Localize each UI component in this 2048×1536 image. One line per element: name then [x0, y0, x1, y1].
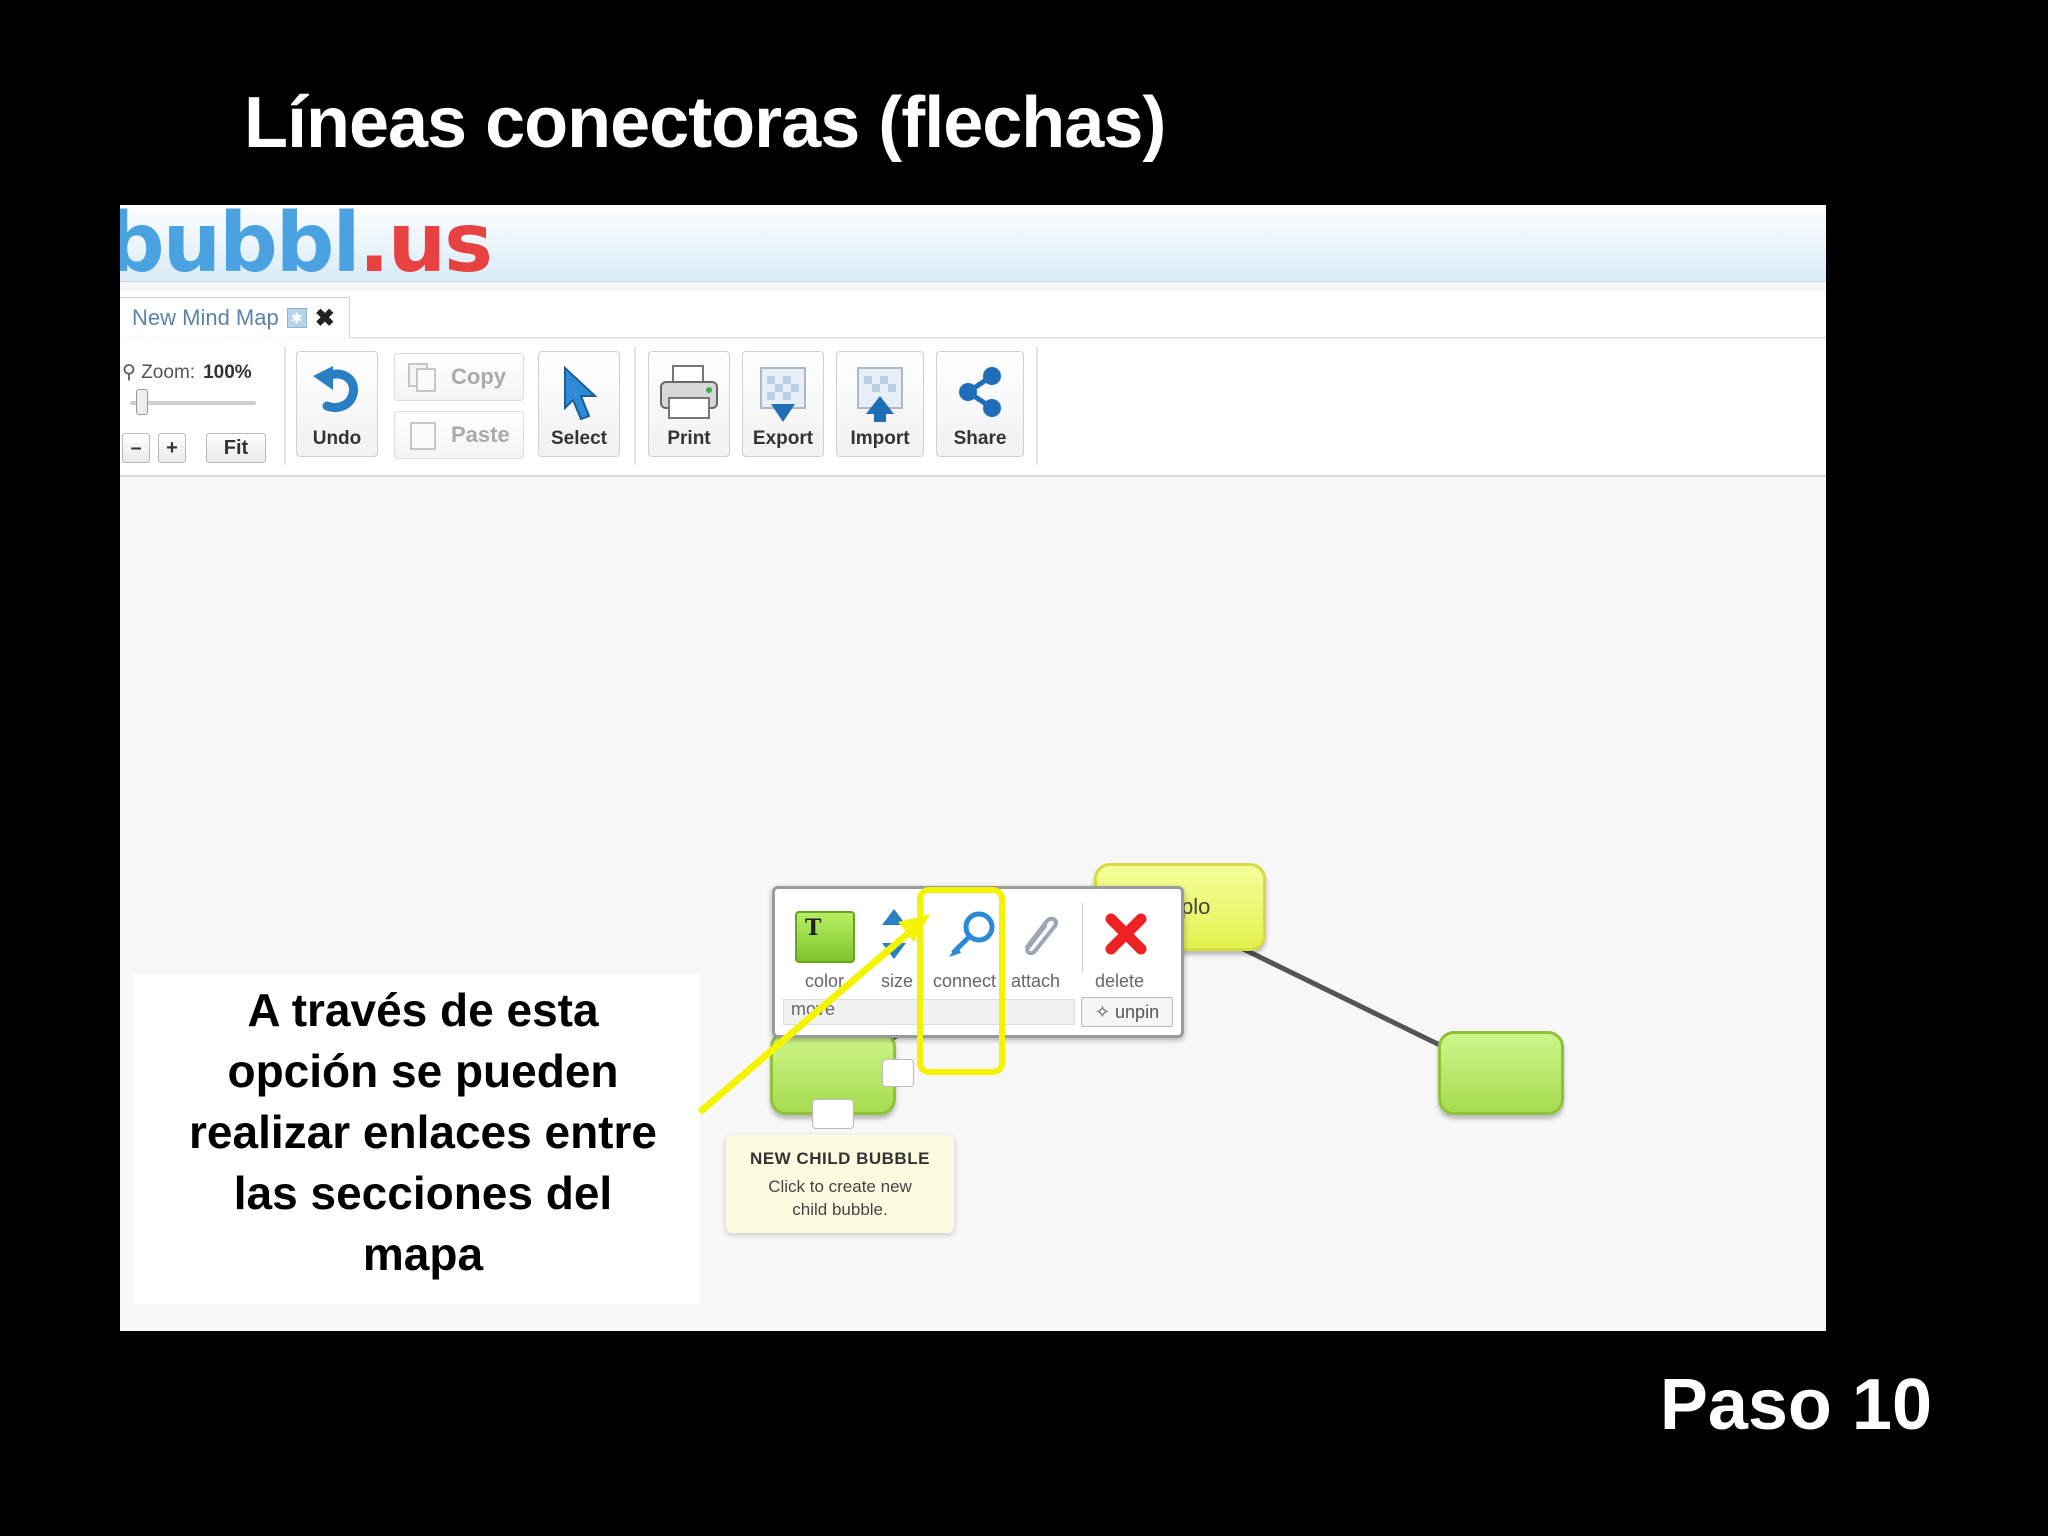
annotation-line-3: realizar enlaces entre [189, 1106, 657, 1158]
annotation-line-1: A través de esta [247, 984, 599, 1036]
slide-title: Líneas conectoras (flechas) [244, 83, 1166, 163]
connect-highlight-box [917, 887, 1005, 1075]
unpin-label: unpin [1115, 1002, 1160, 1022]
attach-label: attach [1011, 971, 1061, 991]
color-button[interactable]: T [795, 911, 855, 963]
color-label: color [805, 971, 845, 991]
unpin-button[interactable]: ✧ unpin [1081, 997, 1173, 1027]
new-child-bubble-button[interactable] [812, 1099, 854, 1129]
annotation-text: A través de esta opción se pueden realiz… [140, 980, 706, 1285]
size-arrows-icon[interactable] [879, 907, 909, 961]
pin-icon: ✧ [1094, 1002, 1111, 1022]
root-bubble-text: plo [1181, 894, 1211, 919]
delete-x-icon[interactable] [1103, 911, 1149, 957]
step-label: Paso 10 [1659, 1365, 1932, 1445]
size-label: size [881, 971, 914, 991]
attach-paperclip-icon[interactable] [1013, 909, 1063, 959]
tooltip-line-2: child bubble. [792, 1200, 888, 1219]
new-child-bubble-tooltip: NEW CHILD BUBBLE Click to create new chi… [726, 1135, 954, 1233]
delete-label: delete [1095, 971, 1145, 991]
child-bubble-right[interactable] [1438, 1031, 1564, 1115]
tooltip-title: NEW CHILD BUBBLE [750, 1149, 930, 1168]
text-color-icon: T [805, 915, 822, 941]
new-child-bubble-icon[interactable] [882, 1059, 914, 1087]
move-label: move [791, 999, 836, 1019]
tooltip-line-1: Click to create new [768, 1177, 912, 1196]
annotation-line-2: opción se pueden [227, 1045, 619, 1097]
annotation-line-5: mapa [362, 1228, 484, 1280]
annotation-line-4: las secciones del [233, 1167, 613, 1219]
